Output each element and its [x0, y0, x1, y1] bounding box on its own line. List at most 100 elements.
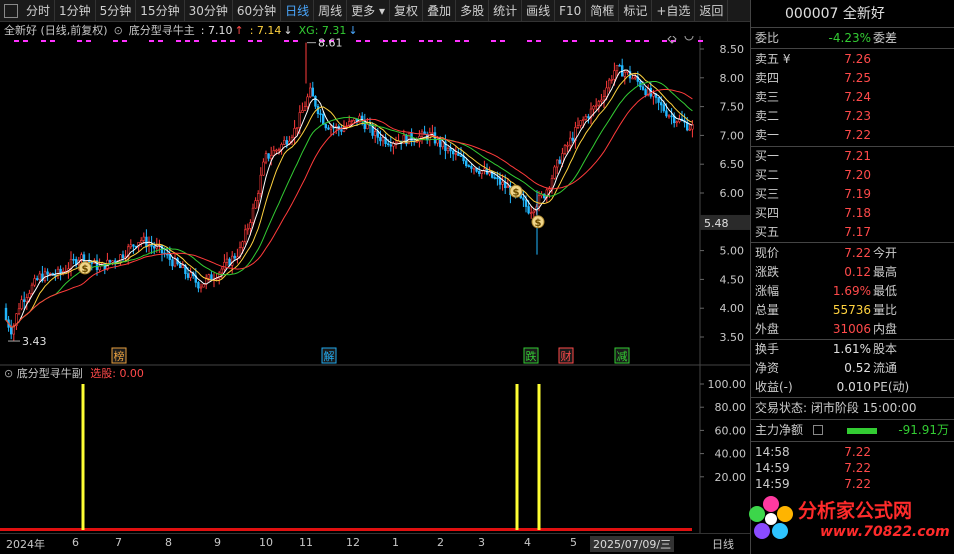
fund-row-cell: 股本: [873, 342, 898, 356]
draw-line-button[interactable]: 画线: [522, 0, 556, 22]
overlay-button[interactable]: 叠加: [423, 0, 457, 22]
candle-body: [607, 79, 611, 89]
candle-body: [282, 140, 286, 145]
candle-body: [605, 87, 608, 97]
stats-button[interactable]: 统计: [489, 0, 523, 22]
sell-row-cell: 卖五 ¥: [755, 52, 791, 66]
candle-body: [306, 96, 309, 107]
candle-body: [563, 145, 567, 154]
indicator-toggle-icon[interactable]: ⊙: [4, 367, 13, 380]
stat-row-cell: 最高: [873, 265, 898, 279]
time-tick-label: 10: [259, 536, 273, 549]
candle-body: [132, 244, 135, 247]
period-more-button[interactable]: 更多 ▾: [347, 0, 391, 22]
candle-body: [210, 274, 213, 281]
candle-body: [28, 293, 31, 298]
simple-frame-button[interactable]: 简框: [586, 0, 620, 22]
buy-row-cell: 买四: [755, 206, 780, 220]
f10-button[interactable]: F10: [555, 0, 587, 22]
logo-url: www.70822.com: [820, 524, 950, 540]
period-1min-button[interactable]: 1分钟: [55, 0, 96, 22]
candle-body: [202, 284, 205, 288]
buy-row-cell: 买三: [755, 187, 780, 201]
ma30-line: [5, 88, 693, 328]
candle-body: [298, 112, 301, 128]
settings-icon[interactable]: [684, 36, 694, 41]
mark-button[interactable]: 标记: [619, 0, 653, 22]
candle-body: [555, 159, 559, 168]
candle-body: [644, 89, 647, 96]
sub-indicator-name[interactable]: 底分型寻牛副: [17, 367, 83, 380]
fund-row: 收益(-) 0.010 PE(动): [751, 378, 954, 397]
candle-body: [249, 222, 252, 229]
indicator-header: ⊙ 底分型寻牛副 选股: 0.00: [4, 365, 144, 381]
sell-row-cell: 7.24: [844, 90, 871, 104]
adjust-button[interactable]: 复权: [390, 0, 424, 22]
event-marker-label: 解: [324, 349, 335, 363]
candle-body: [35, 278, 39, 280]
candle-body: [464, 160, 468, 166]
indicator-chart[interactable]: 100.00 80.00 60.00 40.00 20.00: [0, 365, 750, 533]
candle-body: [633, 76, 637, 79]
candle-body: [587, 116, 590, 119]
multi-stock-button[interactable]: 多股: [456, 0, 490, 22]
candle-body: [111, 260, 114, 263]
candle-body: [197, 282, 200, 289]
candle-body: [524, 199, 528, 207]
candle-body: [272, 150, 275, 156]
candle-body: [244, 229, 247, 243]
candle-body: [220, 268, 223, 274]
time-tick-label: 9: [214, 536, 221, 549]
candle-body: [179, 263, 182, 269]
candle-body: [327, 127, 330, 130]
candle-body: [493, 177, 496, 179]
sell-row: 卖四 7.25: [751, 69, 954, 88]
indicator-tick-label: 20.00: [715, 471, 747, 484]
candle-body: [269, 154, 273, 159]
logo-name: 分析家公式网: [798, 500, 913, 522]
candle-body: [379, 137, 382, 142]
period-15min-button[interactable]: 15分钟: [136, 0, 185, 22]
candle-body: [181, 265, 184, 269]
candle-body: [592, 105, 595, 110]
period-weekly-button[interactable]: 周线: [314, 0, 348, 22]
candle-body: [251, 207, 255, 223]
sell-row-cell: 7.22: [844, 128, 871, 142]
period-intraday-button[interactable]: 分时: [22, 0, 56, 22]
period-label[interactable]: 日线: [712, 536, 734, 552]
candle-body: [389, 144, 392, 147]
candle-body: [657, 97, 660, 103]
candle-body: [446, 147, 450, 151]
candle-body: [353, 118, 356, 121]
candle-body: [262, 161, 265, 176]
sell-row-cell: 卖四: [755, 71, 780, 85]
indicator-toggle-icon[interactable]: ⊙: [114, 24, 123, 37]
fund-row: 换手 1.61% 股本: [751, 340, 954, 359]
list-icon[interactable]: [813, 425, 823, 435]
candle-body: [667, 115, 671, 118]
candle-body: [579, 120, 582, 126]
money-bag-icon: $: [513, 187, 520, 198]
weibi-row: 委比 -4.23% 委差: [755, 31, 898, 45]
candle-body: [186, 273, 190, 278]
time-tick-label: 4: [524, 536, 531, 549]
kline-chart[interactable]: 8.61 3.43 $ $ $ 榜 解 跌 财 减 8.50 8.00 7.50 7.00 6.50 6.0…: [0, 36, 750, 366]
moving-average-lines: [5, 69, 693, 328]
period-30min-button[interactable]: 30分钟: [185, 0, 233, 22]
signal-bar: [515, 384, 519, 530]
candle-body: [121, 254, 125, 259]
period-daily-button[interactable]: 日线: [281, 0, 315, 22]
add-watchlist-button[interactable]: +自选: [652, 0, 696, 22]
fund-row-cell: 0.52: [844, 361, 871, 375]
period-5min-button[interactable]: 5分钟: [96, 0, 137, 22]
quote-panel: 000007 全新好 委比 -4.23% 委差 卖五 ¥ 7.26 卖四 7.25 卖三…: [750, 0, 954, 554]
stat-row-cell: 量比: [873, 303, 898, 317]
layout-toggle-button[interactable]: [4, 3, 18, 18]
candle-body: [449, 147, 452, 152]
stat-row-cell: 涨幅: [755, 284, 780, 298]
candle-body: [233, 255, 236, 259]
period-60min-button[interactable]: 60分钟: [233, 0, 282, 22]
candle-body: [529, 212, 533, 214]
back-button[interactable]: 返回: [695, 0, 729, 22]
stat-row: 涨跌 0.12 最高: [751, 263, 954, 282]
